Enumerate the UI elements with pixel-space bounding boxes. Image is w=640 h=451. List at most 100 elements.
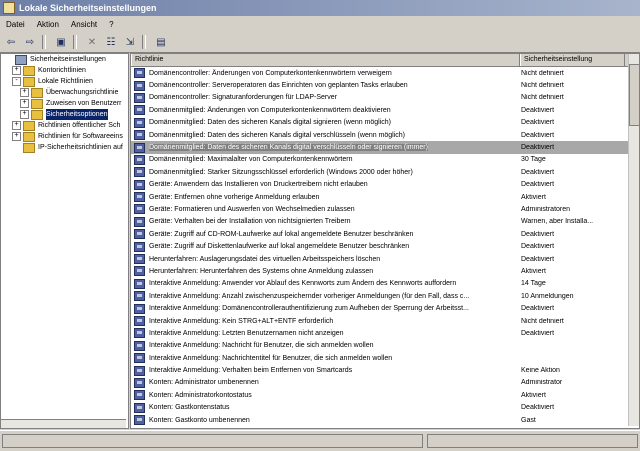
policy-cell: Geräte: Verhalten bei der Installation v…	[131, 216, 519, 227]
policy-icon	[134, 291, 145, 302]
policy-name: Domänenmitglied: Maximalalter von Comput…	[149, 156, 353, 164]
table-row[interactable]: Konten: Administratorkontostatus Aktivier…	[131, 389, 639, 401]
policy-cell: Geräte: Zugriff auf CD-ROM-Laufwerke auf…	[131, 229, 519, 240]
table-row[interactable]: Konten: Administrator umbenennen Administ…	[131, 377, 639, 389]
expand-toggle[interactable]: +	[20, 88, 29, 97]
tree-item-label: IP-Sicherheitsrichtlinien auf	[38, 144, 123, 151]
tree-item[interactable]: + Richtlinien für Softwareeins	[1, 131, 128, 142]
tree-item[interactable]: IP-Sicherheitsrichtlinien auf	[1, 142, 128, 153]
table-row[interactable]: Domänenmitglied: Daten des sicheren Kana…	[131, 129, 639, 141]
tree-item-label: Zuweisen von Benutzerr	[46, 100, 122, 107]
policy-icon	[134, 142, 145, 153]
menu-help[interactable]: ?	[103, 20, 119, 29]
expand-toggle[interactable]: +	[12, 132, 21, 141]
setting-cell: Deaktiviert	[521, 255, 555, 263]
policy-name: Konten: Gastkontenstatus	[149, 404, 230, 412]
table-row[interactable]: Domänencontroller: Serveroperatoren das …	[131, 79, 639, 91]
tree-item[interactable]: + Richtlinien öffentlicher Sch	[1, 120, 128, 131]
table-row[interactable]: Interaktive Anmeldung: Verhalten beim En…	[131, 364, 639, 376]
table-row[interactable]: Interaktive Anmeldung: Domänencontroller…	[131, 302, 639, 314]
toolbar-separator	[142, 35, 146, 49]
app-icon	[3, 2, 15, 14]
policy-name: Domänenmitglied: Starker Sitzungsschlüss…	[149, 168, 413, 176]
table-row[interactable]: Interaktive Anmeldung: Anzahl zwischenzu…	[131, 290, 639, 302]
policy-name: Konten: Administrator umbenennen	[149, 379, 259, 387]
table-row[interactable]: Domänenmitglied: Maximalalter von Comput…	[131, 154, 639, 166]
tree-item[interactable]: + Zuweisen von Benutzerr	[1, 98, 128, 109]
tree-item-label: Lokale Richtlinien	[38, 78, 93, 85]
policy-icon	[134, 340, 145, 351]
status-pane	[2, 434, 423, 448]
table-row[interactable]: Domänencontroller: Änderungen von Comput…	[131, 67, 639, 79]
delete-icon[interactable]: ✕	[84, 34, 100, 50]
scrollbar-thumb[interactable]	[629, 64, 639, 126]
tree-item[interactable]: + Sicherheitsoptionen	[1, 109, 128, 120]
folder-icon	[23, 76, 35, 87]
up-folder-icon[interactable]: ▣	[53, 34, 69, 50]
column-header-setting[interactable]: Sicherheitseinstellung	[520, 54, 625, 66]
table-row[interactable]: Interaktive Anmeldung: Anwender vor Abla…	[131, 278, 639, 290]
policy-cell: Domänenmitglied: Maximalalter von Comput…	[131, 154, 519, 165]
table-row[interactable]: Herunterfahren: Herunterfahren des Syste…	[131, 265, 639, 277]
expand-toggle[interactable]: +	[20, 99, 29, 108]
table-row[interactable]: Konten: Gastkonto umbenennen Gast	[131, 414, 639, 426]
policy-cell: Domänenmitglied: Daten des sicheren Kana…	[131, 142, 519, 153]
expand-toggle[interactable]: +	[12, 66, 21, 75]
table-row[interactable]: Domänencontroller: Signaturanforderungen…	[131, 92, 639, 104]
table-row[interactable]: Geräte: Zugriff auf CD-ROM-Laufwerke auf…	[131, 228, 639, 240]
policy-cell: Interaktive Anmeldung: Anwender vor Abla…	[131, 278, 519, 289]
table-row[interactable]: Konten: Gastkontenstatus Deaktiviert	[131, 402, 639, 414]
tree-item-label: Überwachungsrichtlinie	[46, 89, 119, 96]
table-row[interactable]: Domänenmitglied: Starker Sitzungsschlüss…	[131, 166, 639, 178]
expand-toggle[interactable]: +	[20, 110, 29, 119]
policy-icon	[134, 353, 145, 364]
expand-toggle[interactable]: -	[12, 77, 21, 86]
table-row[interactable]: Interaktive Anmeldung: Nachricht für Ben…	[131, 340, 639, 352]
tree-item[interactable]: + Kontorichtlinien	[1, 65, 128, 76]
table-row[interactable]: Herunterfahren: Auslagerungsdatei des vi…	[131, 253, 639, 265]
tree-item[interactable]: - Lokale Richtlinien	[1, 76, 128, 87]
policy-name: Konten: Gastkonto umbenennen	[149, 416, 250, 424]
table-row[interactable]: Domänenmitglied: Daten des sicheren Kana…	[131, 141, 639, 154]
policy-cell: Domänenmitglied: Daten des sicheren Kana…	[131, 117, 519, 128]
policy-name: Interaktive Anmeldung: Letzten Benutzern…	[149, 329, 344, 337]
menu-datei[interactable]: Datei	[0, 20, 31, 29]
policy-name: Interaktive Anmeldung: Domänencontroller…	[149, 305, 469, 313]
policy-name: Domänenmitglied: Daten des sicheren Kana…	[149, 144, 428, 152]
tree-item[interactable]: Sicherheitseinstellungen	[1, 54, 128, 65]
policy-cell: Domänenmitglied: Daten des sicheren Kana…	[131, 130, 519, 141]
column-header-policy[interactable]: Richtlinie	[131, 54, 520, 66]
menu-aktion[interactable]: Aktion	[31, 20, 65, 29]
table-row[interactable]: Geräte: Formatieren und Auswerfen von We…	[131, 203, 639, 215]
table-row[interactable]: Geräte: Anwendern das Installieren von D…	[131, 179, 639, 191]
tree-item-label: Richtlinien öffentlicher Sch	[38, 122, 121, 129]
back-icon[interactable]: ⇦	[3, 34, 19, 50]
policy-name: Domänenmitglied: Änderungen von Computer…	[149, 106, 391, 114]
menu-ansicht[interactable]: Ansicht	[65, 20, 103, 29]
setting-cell: Deaktiviert	[521, 144, 555, 152]
policy-icon	[134, 402, 145, 413]
table-row[interactable]: Domänenmitglied: Änderungen von Computer…	[131, 104, 639, 116]
policy-cell: Interaktive Anmeldung: Anzahl zwischenzu…	[131, 291, 519, 302]
table-row[interactable]: Interaktive Anmeldung: Kein STRG+ALT+ENT…	[131, 315, 639, 327]
policy-icon	[134, 192, 145, 203]
status-pane	[426, 434, 638, 448]
table-row[interactable]: Geräte: Zugriff auf Diskettenlaufwerke a…	[131, 240, 639, 252]
properties-icon[interactable]: ☷	[103, 34, 119, 50]
policy-name: Geräte: Entfernen ohne vorherige Anmeldu…	[149, 193, 320, 201]
expand-toggle[interactable]: +	[12, 121, 21, 130]
tree-horizontal-scrollbar[interactable]	[1, 419, 126, 428]
table-row[interactable]: Interaktive Anmeldung: Nachrichtentitel …	[131, 352, 639, 364]
table-row[interactable]: Geräte: Verhalten bei der Installation v…	[131, 216, 639, 228]
table-row[interactable]: Domänenmitglied: Daten des sicheren Kana…	[131, 117, 639, 129]
export-icon[interactable]: ⇲	[122, 34, 138, 50]
forward-icon[interactable]: ⇨	[22, 34, 38, 50]
table-row[interactable]: Geräte: Entfernen ohne vorherige Anmeldu…	[131, 191, 639, 203]
setting-cell: Administratoren	[521, 205, 571, 213]
help-icon[interactable]: ▤	[153, 34, 169, 50]
table-row[interactable]: Interaktive Anmeldung: Letzten Benutzern…	[131, 327, 639, 339]
tree-item[interactable]: + Überwachungsrichtlinie	[1, 87, 128, 98]
policy-name: Konten: Administratorkontostatus	[149, 391, 252, 399]
list-vertical-scrollbar[interactable]	[628, 54, 639, 426]
policy-name: Interaktive Anmeldung: Nachricht für Ben…	[149, 342, 374, 350]
